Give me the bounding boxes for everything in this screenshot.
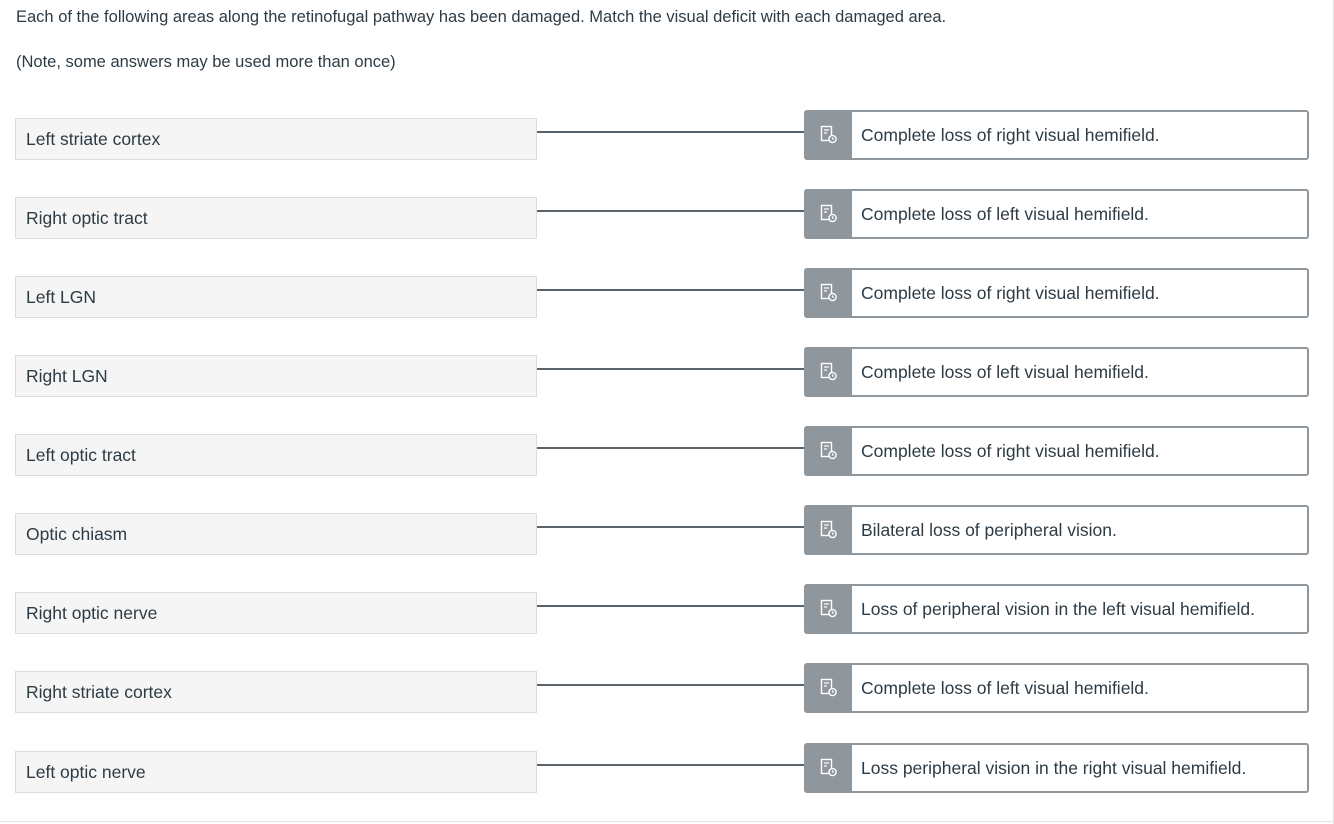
selected-deficit-answer: Complete loss of left visual hemifield. xyxy=(861,361,1149,382)
answer-dropzone[interactable]: Complete loss of right visual hemifield. xyxy=(804,110,1309,160)
selected-deficit-answer: Complete loss of right visual hemifield. xyxy=(861,124,1160,145)
selected-deficit-answer: Complete loss of right visual hemifield. xyxy=(861,282,1160,303)
match-row: Left optic nerve Loss peripheral vision … xyxy=(0,743,1334,795)
answer-dropzone[interactable]: Complete loss of right visual hemifield. xyxy=(804,426,1309,476)
answer-bank-icon[interactable] xyxy=(806,507,852,553)
match-row: Right optic nerve Loss of peripheral vis… xyxy=(0,584,1334,636)
selected-deficit-answer: Loss peripheral vision in the right visu… xyxy=(861,757,1247,778)
match-connector-line xyxy=(537,605,805,607)
match-row: Left striate cortex Complete loss of rig… xyxy=(0,110,1334,162)
match-row: Optic chiasm Bilateral loss of periphera… xyxy=(0,505,1334,557)
match-row: Left LGN Complete loss of right visual h… xyxy=(0,268,1334,320)
answer-dropzone[interactable]: Complete loss of left visual hemifield. xyxy=(804,189,1309,239)
selected-deficit-answer: Loss of peripheral vision in the left vi… xyxy=(861,598,1255,619)
match-connector-line xyxy=(537,764,805,766)
answer-bank-icon[interactable] xyxy=(806,745,852,791)
damaged-area-label: Left optic nerve xyxy=(15,751,537,793)
damaged-area-label: Optic chiasm xyxy=(15,513,537,555)
answer-dropzone[interactable]: Complete loss of right visual hemifield. xyxy=(804,268,1309,318)
damaged-area-label: Left striate cortex xyxy=(15,118,537,160)
match-connector-line xyxy=(537,131,805,133)
answer-bank-icon[interactable] xyxy=(806,112,852,158)
answer-bank-icon[interactable] xyxy=(806,665,852,711)
selected-deficit-answer: Bilateral loss of peripheral vision. xyxy=(861,519,1117,540)
damaged-area-label: Left optic tract xyxy=(15,434,537,476)
damaged-area-label: Right optic tract xyxy=(15,197,537,239)
damaged-area-label: Right LGN xyxy=(15,355,537,397)
match-connector-line xyxy=(537,368,805,370)
answer-bank-icon[interactable] xyxy=(806,586,852,632)
match-row: Right striate cortex Complete loss of le… xyxy=(0,663,1334,715)
matching-question: Each of the following areas along the re… xyxy=(0,0,1334,824)
answer-bank-icon[interactable] xyxy=(806,349,852,395)
selected-deficit-answer: Complete loss of left visual hemifield. xyxy=(861,677,1149,698)
match-row: Right LGN Complete loss of left visual h… xyxy=(0,347,1334,399)
match-row: Left optic tract Complete loss of right … xyxy=(0,426,1334,478)
damaged-area-label: Right striate cortex xyxy=(15,671,537,713)
match-connector-line xyxy=(537,289,805,291)
match-connector-line xyxy=(537,447,805,449)
match-rows: Left striate cortex Complete loss of rig… xyxy=(0,0,1334,824)
answer-dropzone[interactable]: Complete loss of left visual hemifield. xyxy=(804,347,1309,397)
damaged-area-label: Right optic nerve xyxy=(15,592,537,634)
answer-dropzone[interactable]: Loss peripheral vision in the right visu… xyxy=(804,743,1309,793)
match-connector-line xyxy=(537,210,805,212)
answer-dropzone[interactable]: Loss of peripheral vision in the left vi… xyxy=(804,584,1309,634)
match-row: Right optic tract Complete loss of left … xyxy=(0,189,1334,241)
match-connector-line xyxy=(537,684,805,686)
selected-deficit-answer: Complete loss of left visual hemifield. xyxy=(861,203,1149,224)
answer-dropzone[interactable]: Bilateral loss of peripheral vision. xyxy=(804,505,1309,555)
selected-deficit-answer: Complete loss of right visual hemifield. xyxy=(861,440,1160,461)
answer-bank-icon[interactable] xyxy=(806,191,852,237)
damaged-area-label: Left LGN xyxy=(15,276,537,318)
answer-bank-icon[interactable] xyxy=(806,428,852,474)
match-connector-line xyxy=(537,526,805,528)
answer-dropzone[interactable]: Complete loss of left visual hemifield. xyxy=(804,663,1309,713)
answer-bank-icon[interactable] xyxy=(806,270,852,316)
